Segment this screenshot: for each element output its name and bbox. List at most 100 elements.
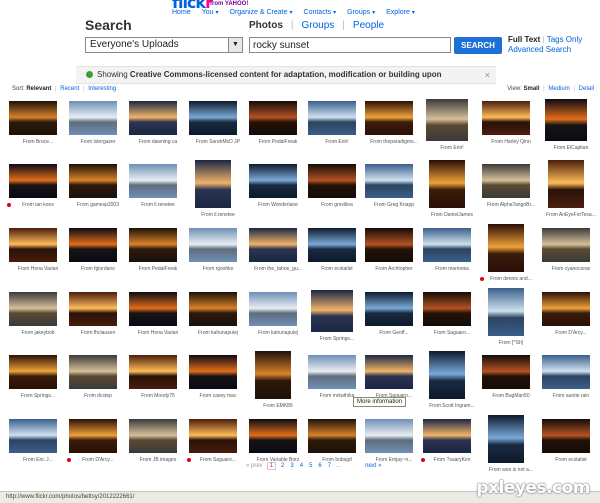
photo-owner[interactable]: From rgoshko <box>188 266 248 272</box>
photo-thumbnail[interactable] <box>248 418 298 454</box>
photo-thumbnail[interactable] <box>481 354 531 390</box>
tab-photos[interactable]: Photos <box>249 20 291 31</box>
photo-thumbnail[interactable] <box>68 227 118 263</box>
photo-thumbnail[interactable] <box>422 291 472 327</box>
photo-thumbnail[interactable] <box>8 100 58 136</box>
photo-owner[interactable]: From il.renetee <box>188 212 248 218</box>
photo-owner[interactable]: From the_tahoe_gu... <box>248 266 308 272</box>
photo-owner[interactable]: From Archtopher <box>364 266 424 272</box>
photo-owner[interactable]: From dennis and... <box>481 276 541 282</box>
photo-thumbnail[interactable] <box>422 227 472 263</box>
photo-owner[interactable]: From jakeybob <box>8 330 68 336</box>
photo-thumbnail[interactable] <box>8 354 58 390</box>
page-4[interactable]: 4 <box>299 463 304 469</box>
photo-thumbnail[interactable] <box>248 100 298 136</box>
photo-owner[interactable]: From theparadigms... <box>364 139 424 145</box>
photo-thumbnail[interactable] <box>422 418 472 454</box>
photo-thumbnail[interactable] <box>364 227 414 263</box>
photo-owner[interactable]: From il.renetee <box>128 202 188 208</box>
nav-contacts[interactable]: Contacts ▾ <box>304 9 337 16</box>
photo-owner[interactable]: From DanielJames <box>422 212 482 218</box>
photo-owner[interactable]: From JB images <box>128 457 188 463</box>
photo-owner[interactable]: From Erin! <box>422 145 482 151</box>
photo-thumbnail[interactable] <box>128 291 178 327</box>
photo-owner[interactable]: From Erin! <box>307 139 367 145</box>
photo-thumbnail[interactable] <box>547 159 585 209</box>
photo-owner[interactable]: From lstergazer <box>68 139 128 145</box>
nav-you[interactable]: You ▾ <box>202 9 219 16</box>
photo-owner[interactable]: From Wonderlane <box>248 202 308 208</box>
photo-owner[interactable]: From Moody75 <box>128 393 188 399</box>
photo-owner[interactable]: From Bruce... <box>8 139 68 145</box>
photo-thumbnail[interactable] <box>425 98 469 142</box>
photo-thumbnail[interactable] <box>128 100 178 136</box>
photo-thumbnail[interactable] <box>188 291 238 327</box>
photo-thumbnail[interactable] <box>541 354 591 390</box>
photo-thumbnail[interactable] <box>194 159 232 209</box>
photo-thumbnail[interactable] <box>188 100 238 136</box>
photo-thumbnail[interactable] <box>481 100 531 136</box>
photo-thumbnail[interactable] <box>68 163 118 199</box>
photo-owner[interactable]: From EMK89 <box>248 403 308 409</box>
photo-thumbnail[interactable] <box>364 163 414 199</box>
search-input[interactable] <box>249 37 451 53</box>
photo-owner[interactable]: From BugMan50 <box>481 393 541 399</box>
photo-thumbnail[interactable] <box>8 291 58 327</box>
photo-thumbnail[interactable] <box>307 163 357 199</box>
photo-thumbnail[interactable] <box>544 98 588 142</box>
photo-thumbnail[interactable] <box>68 418 118 454</box>
photo-owner[interactable]: From Springs... <box>307 336 367 342</box>
nav-home[interactable]: Home <box>172 9 191 16</box>
photo-thumbnail[interactable] <box>487 287 525 337</box>
next-page[interactable]: next » <box>365 463 381 469</box>
photo-owner[interactable]: From D'Arcy... <box>541 330 600 336</box>
photo-owner[interactable]: From [^Sh] <box>481 340 541 346</box>
dropdown-arrow-icon[interactable]: ▼ <box>228 38 242 52</box>
photo-thumbnail[interactable] <box>68 354 118 390</box>
photo-thumbnail[interactable] <box>8 418 58 454</box>
photo-thumbnail[interactable] <box>8 163 58 199</box>
photo-thumbnail[interactable] <box>254 350 292 400</box>
photo-thumbnail[interactable] <box>364 291 414 327</box>
photo-thumbnail[interactable] <box>310 289 354 333</box>
photo-owner[interactable]: From casey mac <box>188 393 248 399</box>
photo-thumbnail[interactable] <box>481 163 531 199</box>
photo-owner[interactable]: From kahunapulej <box>188 330 248 336</box>
photo-thumbnail[interactable] <box>128 163 178 199</box>
photo-owner[interactable]: From grevillea <box>307 202 367 208</box>
tab-people[interactable]: People <box>345 20 392 31</box>
photo-owner[interactable]: From fhclausen <box>68 330 128 336</box>
photo-thumbnail[interactable] <box>188 354 238 390</box>
photo-thumbnail[interactable] <box>307 418 357 454</box>
photo-owner[interactable]: From marionka <box>422 266 482 272</box>
page-2[interactable]: 2 <box>280 463 285 469</box>
photo-thumbnail[interactable] <box>364 100 414 136</box>
photo-thumbnail[interactable] <box>68 100 118 136</box>
full-text-option[interactable]: Full Text <box>508 35 540 44</box>
photo-owner[interactable]: From Eric J... <box>8 457 68 463</box>
photo-thumbnail[interactable] <box>128 354 178 390</box>
photo-owner[interactable]: From Saguaro... <box>188 457 248 463</box>
photo-thumbnail[interactable] <box>487 223 525 273</box>
search-button[interactable]: SEARCH <box>454 37 502 54</box>
photo-thumbnail[interactable] <box>428 350 466 400</box>
tab-groups[interactable]: Groups <box>294 20 343 31</box>
photo-owner[interactable]: From D'Arcy... <box>68 457 128 463</box>
sort-relevant[interactable]: Relevant <box>26 86 51 92</box>
photo-thumbnail[interactable] <box>307 100 357 136</box>
photo-owner[interactable]: From Scott Ingram... <box>422 403 482 409</box>
nav-groups[interactable]: Groups ▾ <box>347 9 375 16</box>
page-3[interactable]: 3 <box>289 463 294 469</box>
photo-thumbnail[interactable] <box>487 414 525 464</box>
photo-owner[interactable]: From Saguaro... <box>422 330 482 336</box>
page-7[interactable]: 7 <box>327 463 332 469</box>
photo-thumbnail[interactable] <box>248 291 298 327</box>
view-medium[interactable]: Medium <box>548 86 569 92</box>
view-small[interactable]: Small <box>523 86 539 92</box>
page-5[interactable]: 5 <box>308 463 313 469</box>
photo-thumbnail[interactable] <box>364 354 414 390</box>
photo-thumbnail[interactable] <box>428 159 466 209</box>
photo-thumbnail[interactable] <box>188 418 238 454</box>
photo-thumbnail[interactable] <box>364 418 414 454</box>
photo-thumbnail[interactable] <box>248 163 298 199</box>
